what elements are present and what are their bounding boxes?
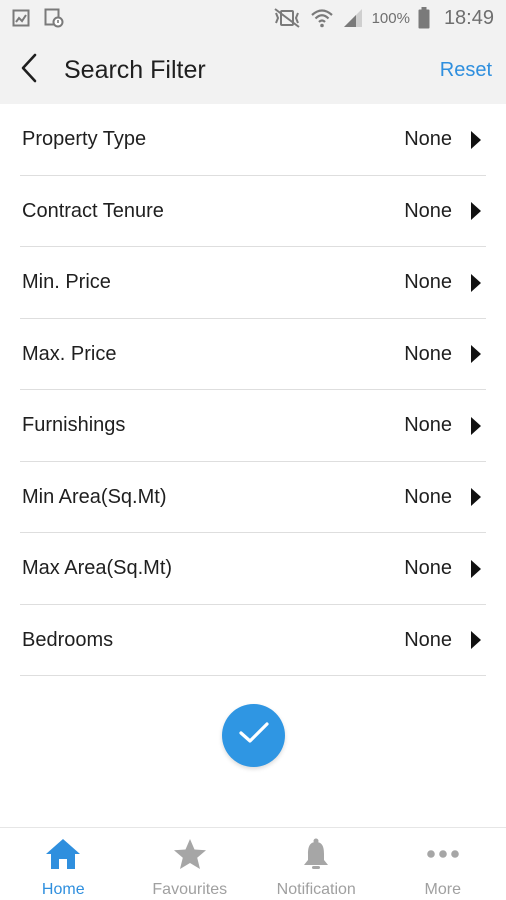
bell-icon xyxy=(301,838,331,875)
filter-list: Property Type None Contract Tenure None … xyxy=(0,104,506,676)
gallery-notification-icon xyxy=(12,9,30,27)
filter-row-min-price[interactable]: Min. Price None xyxy=(0,247,506,319)
reset-button[interactable]: Reset xyxy=(440,59,492,82)
filter-value: None xyxy=(404,414,452,437)
filter-value: None xyxy=(404,271,452,294)
play-arrow-icon xyxy=(470,273,482,293)
play-arrow-icon xyxy=(470,630,482,650)
play-arrow-icon xyxy=(470,344,482,364)
more-dots-icon xyxy=(425,838,461,875)
filter-value: None xyxy=(404,485,452,508)
filter-value: None xyxy=(404,199,452,222)
nav-label: Favourites xyxy=(152,881,228,898)
filter-label: Min. Price xyxy=(22,271,111,294)
filter-value: None xyxy=(404,557,452,580)
play-arrow-icon xyxy=(470,487,482,507)
filter-row-max-price[interactable]: Max. Price None xyxy=(0,319,506,391)
filter-row-furnishings[interactable]: Furnishings None xyxy=(0,390,506,462)
nav-label: More xyxy=(424,881,461,898)
play-arrow-icon xyxy=(470,416,482,436)
filter-value: None xyxy=(404,342,452,365)
battery-percentage: 100% xyxy=(371,9,410,27)
filter-row-property-type[interactable]: Property Type None xyxy=(0,104,506,176)
play-arrow-icon xyxy=(470,130,482,150)
filter-row-min-area[interactable]: Min Area(Sq.Mt) None xyxy=(0,462,506,534)
nav-label: Notification xyxy=(276,881,356,898)
play-arrow-icon xyxy=(470,201,482,221)
filter-label: Contract Tenure xyxy=(22,199,164,222)
nav-favourites[interactable]: Favourites xyxy=(127,828,254,900)
home-icon xyxy=(45,838,81,875)
filter-label: Furnishings xyxy=(22,414,126,437)
filter-value: None xyxy=(404,128,452,151)
page-title: Search Filter xyxy=(64,55,206,84)
status-bar: 100% 18:49 xyxy=(0,0,506,36)
play-arrow-icon xyxy=(470,559,482,579)
signal-icon xyxy=(342,8,364,28)
header-bar: Search Filter Reset xyxy=(0,36,506,104)
filter-row-contract-tenure[interactable]: Contract Tenure None xyxy=(0,176,506,248)
filter-label: Max. Price xyxy=(22,342,117,365)
status-time: 18:49 xyxy=(443,6,494,29)
filter-row-max-area[interactable]: Max Area(Sq.Mt) None xyxy=(0,533,506,605)
screenshot-notification-icon xyxy=(44,8,64,28)
apply-filter-button[interactable] xyxy=(222,704,285,767)
checkmark-icon xyxy=(238,721,270,750)
nav-more[interactable]: More xyxy=(380,828,506,900)
wifi-icon xyxy=(310,8,334,28)
vibrate-mute-icon xyxy=(272,8,302,28)
filter-label: Bedrooms xyxy=(22,628,114,651)
search-filter-screen: 100% 18:49 Search Filter Reset Property … xyxy=(0,0,506,900)
nav-notification[interactable]: Notification xyxy=(253,828,380,900)
filter-label: Max Area(Sq.Mt) xyxy=(22,557,173,580)
star-icon xyxy=(173,838,207,875)
nav-label: Home xyxy=(41,881,85,898)
nav-home[interactable]: Home xyxy=(0,828,127,900)
back-button[interactable] xyxy=(0,36,58,104)
filter-label: Property Type xyxy=(22,128,147,151)
filter-label: Min Area(Sq.Mt) xyxy=(22,485,167,508)
filter-value: None xyxy=(404,628,452,651)
battery-icon xyxy=(418,7,430,29)
bottom-navigation: Home Favourites Notification More xyxy=(0,827,506,900)
chevron-left-icon xyxy=(20,53,38,88)
filter-row-bedrooms[interactable]: Bedrooms None xyxy=(0,605,506,677)
